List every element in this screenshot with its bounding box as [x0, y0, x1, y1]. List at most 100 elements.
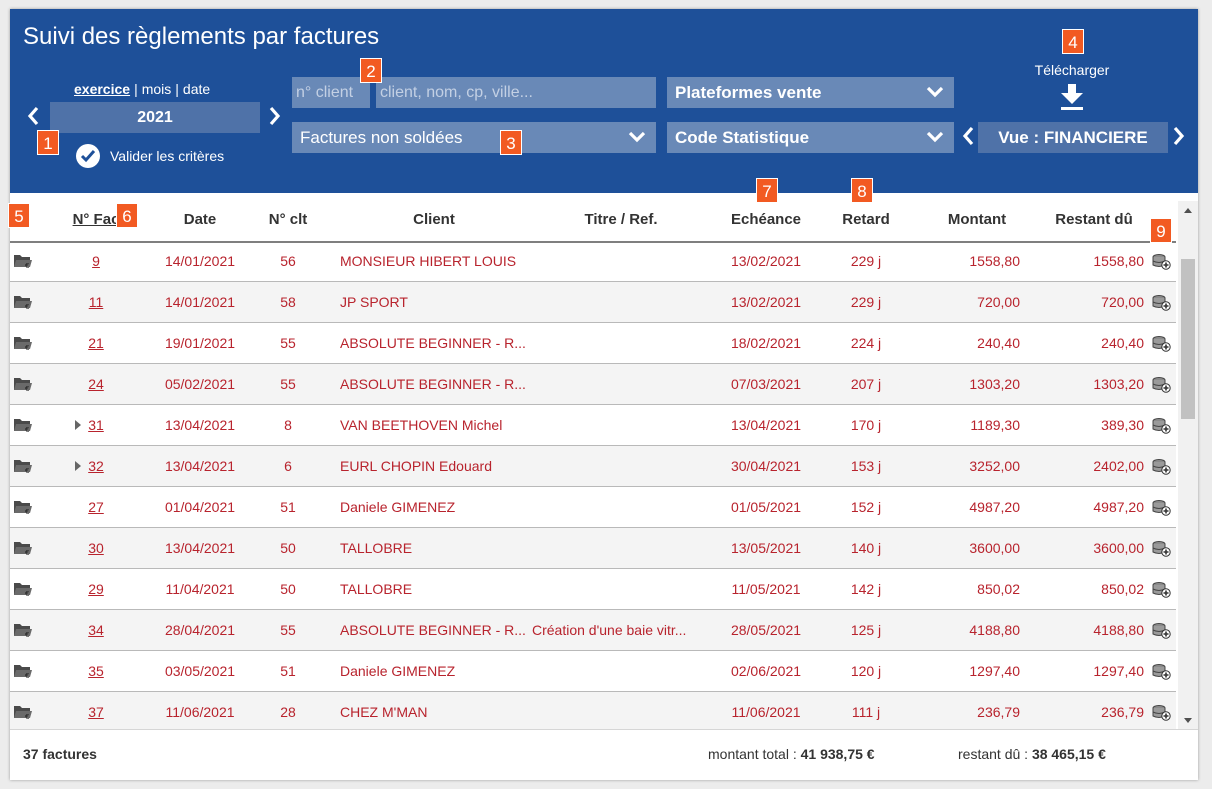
invoice-number-link[interactable]: 27 — [40, 487, 152, 527]
invoice-number-link[interactable]: 29 — [40, 569, 152, 609]
folder-euro-icon[interactable]: € — [13, 540, 33, 558]
folder-euro-icon[interactable]: € — [13, 294, 33, 312]
table-row[interactable]: €9 14/01/2021 56 MONSIEUR HIBERT LOUIS 13/02… — [10, 241, 1176, 282]
invoice-number-link[interactable]: 32 — [40, 446, 152, 486]
due-date: 01/05/2021 — [730, 499, 802, 515]
table-row[interactable]: €27 01/04/2021 51 Daniele GIMENEZ 01/05/2021… — [10, 487, 1176, 528]
client-name: CHEZ M'MAN — [340, 704, 428, 720]
table-row[interactable]: €24 05/02/2021 55 ABSOLUTE BEGINNER - R... 0… — [10, 364, 1176, 405]
view-value[interactable]: Vue : FINANCIERE — [978, 122, 1168, 153]
add-payment-coins-icon[interactable] — [1151, 457, 1171, 475]
col-header-client[interactable]: Client — [334, 199, 534, 241]
svg-text:€: € — [25, 344, 29, 351]
platforms-select[interactable]: Plateformes vente — [667, 77, 954, 108]
due-date: 13/02/2021 — [730, 294, 802, 310]
remaining-due: 850,02 — [1101, 581, 1144, 597]
add-payment-coins-icon[interactable] — [1151, 539, 1171, 557]
invoice-date: 13/04/2021 — [164, 540, 236, 556]
stat-code-select[interactable]: Code Statistique — [667, 122, 954, 153]
invoice-number-link[interactable]: 31 — [40, 405, 152, 445]
col-header-titre[interactable]: Titre / Ref. — [528, 199, 714, 241]
period-date-link[interactable]: date — [183, 81, 210, 97]
invoice-number-link[interactable]: 9 — [40, 241, 152, 281]
year-next-icon[interactable] — [269, 106, 281, 130]
chevron-down-icon — [926, 86, 944, 98]
view-prev-icon[interactable] — [962, 126, 974, 150]
add-payment-coins-icon[interactable] — [1151, 293, 1171, 311]
scroll-up-icon[interactable] — [1184, 207, 1192, 213]
add-payment-coins-icon[interactable] — [1151, 662, 1171, 680]
folder-euro-icon[interactable]: € — [13, 417, 33, 435]
validate-criteria-button[interactable]: Valider les critères — [76, 143, 224, 169]
table-row[interactable]: €21 19/01/2021 55 ABSOLUTE BEGINNER - R... 1… — [10, 323, 1176, 364]
add-payment-coins-icon[interactable] — [1151, 252, 1171, 270]
invoice-number-link[interactable]: 35 — [40, 651, 152, 691]
add-payment-coins-icon[interactable] — [1151, 703, 1171, 721]
view-next-icon[interactable] — [1173, 126, 1185, 150]
folder-euro-icon[interactable]: € — [13, 458, 33, 476]
remaining-due: 236,79 — [1101, 704, 1144, 720]
invoice-number-link[interactable]: 21 — [40, 323, 152, 363]
table-row[interactable]: €29 11/04/2021 50 TALLOBRE 11/05/2021 142 j 85… — [10, 569, 1176, 610]
invoice-date: 11/06/2021 — [165, 704, 235, 720]
folder-euro-icon[interactable]: € — [13, 499, 33, 517]
period-mois-link[interactable]: mois — [142, 81, 172, 97]
table-row[interactable]: €30 13/04/2021 50 TALLOBRE 13/05/2021 140 j 36… — [10, 528, 1176, 569]
client-number-input[interactable] — [292, 77, 370, 108]
table-row[interactable]: €32 13/04/2021 6 EURL CHOPIN Edouard 30/04/2… — [10, 446, 1176, 487]
download-label[interactable]: Télécharger — [1026, 62, 1118, 78]
invoice-number-link[interactable]: 11 — [40, 282, 152, 322]
invoice-filter-select[interactable]: Factures non soldées — [292, 122, 656, 153]
table-row[interactable]: €34 28/04/2021 55 ABSOLUTE BEGINNER - R... C… — [10, 610, 1176, 651]
table-header: N° Fac Date N° clt Client Titre / Ref. E… — [10, 199, 1176, 243]
folder-euro-icon[interactable]: € — [13, 335, 33, 353]
add-payment-coins-icon[interactable] — [1151, 375, 1171, 393]
scroll-down-icon[interactable] — [1184, 718, 1192, 724]
add-payment-coins-icon[interactable] — [1151, 416, 1171, 434]
folder-euro-icon[interactable]: € — [13, 663, 33, 681]
add-payment-coins-icon[interactable] — [1151, 334, 1171, 352]
invoice-amount: 720,00 — [977, 294, 1020, 310]
add-payment-coins-icon[interactable] — [1151, 621, 1171, 639]
folder-euro-icon[interactable]: € — [13, 253, 33, 271]
invoice-tracking-panel: Suivi des règlements par factures exerci… — [8, 9, 1198, 780]
remaining-due: 4987,20 — [1093, 499, 1144, 515]
col-header-montant[interactable]: Montant — [922, 199, 1032, 241]
invoice-number-link[interactable]: 34 — [40, 610, 152, 650]
invoice-number-link[interactable]: 30 — [40, 528, 152, 568]
folder-euro-icon[interactable]: € — [13, 704, 33, 722]
due-date: 18/02/2021 — [730, 335, 802, 351]
client-number: 51 — [280, 663, 296, 679]
table-row[interactable]: €11 14/01/2021 58 JP SPORT 13/02/2021 229 j 72… — [10, 282, 1176, 323]
remaining-amount-value: 38 465,15 € — [1031, 746, 1106, 762]
invoice-title — [532, 528, 714, 568]
invoice-number-link[interactable]: 37 — [40, 692, 152, 729]
invoice-amount: 1303,20 — [969, 376, 1020, 392]
col-header-clt[interactable]: N° clt — [250, 199, 326, 241]
folder-euro-icon[interactable]: € — [13, 581, 33, 599]
add-payment-coins-icon[interactable] — [1151, 498, 1171, 516]
table-scrollbar[interactable] — [1178, 201, 1198, 729]
add-payment-coins-icon[interactable] — [1151, 580, 1171, 598]
period-exercice-link[interactable]: exercice — [74, 81, 130, 97]
table-row[interactable]: €37 11/06/2021 28 CHEZ M'MAN 11/06/2021 111 j… — [10, 692, 1176, 729]
col-header-restant[interactable]: Restant dû — [1032, 199, 1156, 241]
platforms-select-label: Plateformes vente — [675, 83, 822, 102]
table-row[interactable]: €31 13/04/2021 8 VAN BEETHOVEN Michel 13/04/… — [10, 405, 1176, 446]
year-value[interactable]: 2021 — [50, 102, 260, 133]
invoice-amount: 3252,00 — [969, 458, 1020, 474]
invoice-title: Création d'une baie vitr... — [532, 622, 687, 638]
col-header-retard[interactable]: Retard — [818, 199, 914, 241]
download-icon[interactable] — [1060, 83, 1084, 116]
folder-euro-icon[interactable]: € — [13, 376, 33, 394]
remaining-due: 1558,80 — [1093, 253, 1144, 269]
scroll-thumb[interactable] — [1181, 259, 1195, 419]
delay-days: 152 j — [850, 499, 882, 515]
folder-euro-icon[interactable]: € — [13, 622, 33, 640]
client-search-input[interactable] — [376, 77, 656, 108]
table-row[interactable]: €35 03/05/2021 51 Daniele GIMENEZ 02/06/2021… — [10, 651, 1176, 692]
invoice-number-link[interactable]: 24 — [40, 364, 152, 404]
year-prev-icon[interactable] — [27, 106, 39, 130]
col-header-echeance[interactable]: Echéance — [716, 199, 816, 241]
col-header-date[interactable]: Date — [150, 199, 250, 241]
